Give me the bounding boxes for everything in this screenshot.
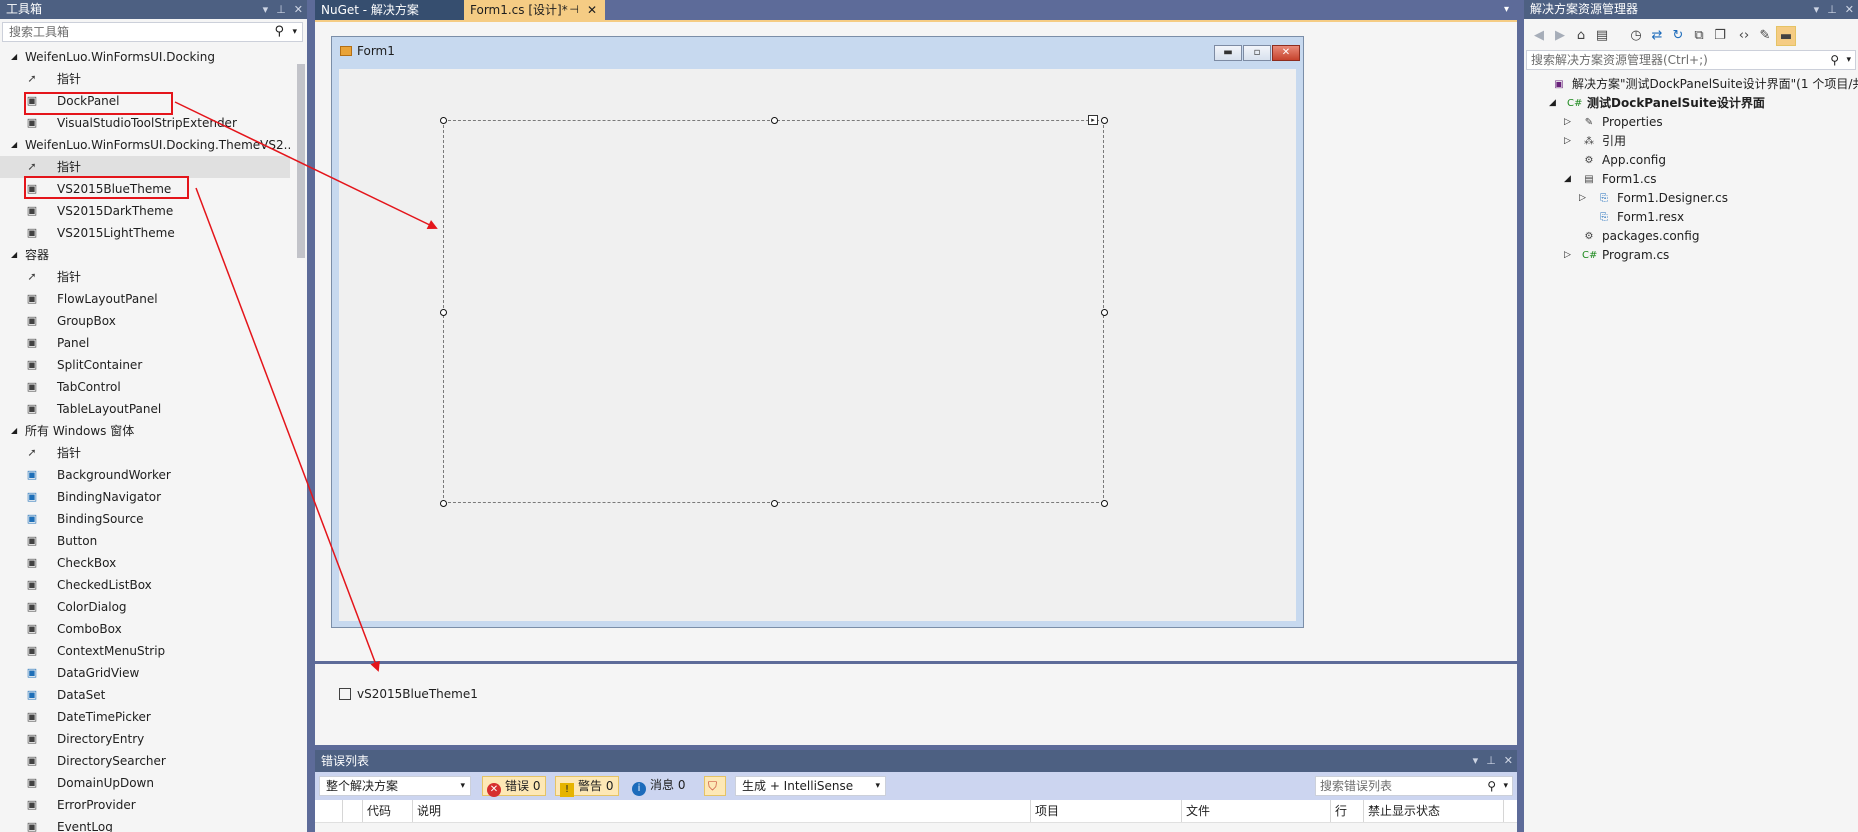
arrow-dockpanel-to-form xyxy=(174,101,438,230)
arrow-theme-to-tray xyxy=(195,187,380,672)
annotation-arrows xyxy=(174,101,438,672)
